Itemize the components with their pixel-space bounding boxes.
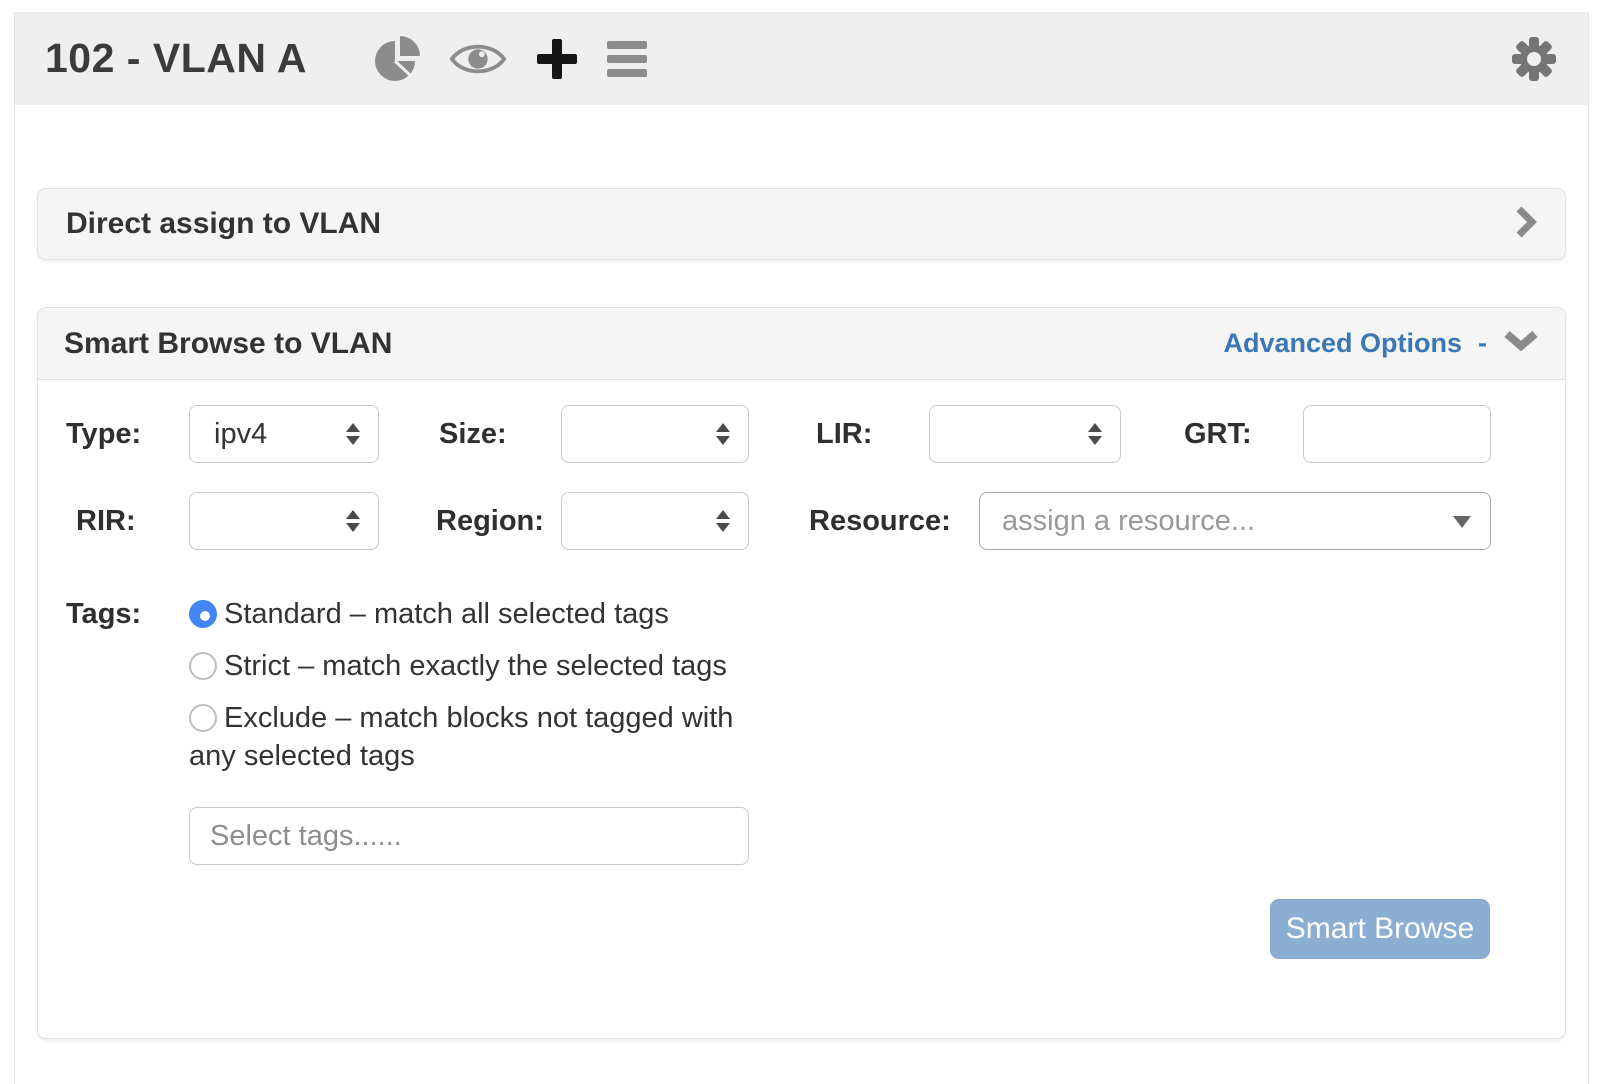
tags-label: Tags:	[66, 586, 141, 642]
region-select[interactable]	[561, 492, 749, 550]
smart-browse-button[interactable]: Smart Browse	[1270, 899, 1490, 959]
chevron-right-icon[interactable]	[1515, 205, 1537, 244]
smart-browse-panel: Smart Browse to VLAN Advanced Options - …	[37, 307, 1566, 1039]
grt-label: GRT:	[1184, 405, 1252, 463]
resource-dropdown[interactable]	[979, 492, 1491, 550]
chevron-down-icon[interactable]	[1503, 330, 1539, 357]
tags-radio-standard[interactable]: Standard – match all selected tags	[189, 595, 734, 633]
tags-radio-exclude-label: Exclude – match blocks not tagged with a…	[189, 702, 733, 772]
select-stepper-icon	[1088, 423, 1102, 445]
grt-input[interactable]	[1303, 405, 1491, 463]
size-select[interactable]	[561, 405, 749, 463]
select-tags-input[interactable]	[189, 807, 749, 865]
tags-radio-standard-label: Standard – match all selected tags	[224, 598, 669, 630]
direct-assign-panel[interactable]: Direct assign to VLAN	[37, 188, 1566, 260]
header-icon-group	[373, 35, 647, 83]
radio-icon[interactable]	[189, 704, 217, 732]
select-stepper-icon	[346, 510, 360, 532]
select-stepper-icon	[346, 423, 360, 445]
radio-icon[interactable]	[189, 652, 217, 680]
resource-input[interactable]	[979, 492, 1491, 550]
rir-select[interactable]	[189, 492, 379, 550]
eye-icon[interactable]	[449, 39, 507, 79]
smart-browse-header: Smart Browse to VLAN Advanced Options -	[38, 308, 1565, 380]
content-area: Direct assign to VLAN Smart Browse to VL…	[15, 188, 1588, 1039]
page-title: 102 - VLAN A	[45, 35, 307, 82]
smart-browse-title: Smart Browse to VLAN	[64, 327, 392, 361]
advanced-options-label[interactable]: Advanced Options	[1223, 328, 1462, 359]
menu-icon[interactable]	[607, 41, 647, 77]
tags-radio-exclude[interactable]: Exclude – match blocks not tagged with a…	[189, 699, 734, 775]
plus-icon[interactable]	[535, 37, 579, 81]
lir-label: LIR:	[816, 405, 872, 463]
select-stepper-icon	[716, 423, 730, 445]
radio-icon[interactable]	[189, 600, 217, 628]
rir-label: RIR:	[76, 492, 136, 550]
direct-assign-title: Direct assign to VLAN	[66, 207, 381, 241]
tags-radio-strict-label: Strict – match exactly the selected tags	[224, 650, 727, 682]
pie-chart-icon[interactable]	[373, 35, 421, 83]
gear-icon[interactable]	[1510, 35, 1558, 83]
type-select-value: ipv4	[214, 418, 346, 451]
resource-label: Resource:	[809, 492, 951, 550]
size-label: Size:	[439, 405, 507, 463]
header-bar: 102 - VLAN A	[15, 12, 1588, 105]
tags-radio-strict[interactable]: Strict – match exactly the selected tags	[189, 647, 734, 685]
advanced-options-toggle[interactable]: Advanced Options -	[1223, 328, 1539, 359]
lir-select[interactable]	[929, 405, 1121, 463]
tags-radio-group: Standard – match all selected tags Stric…	[189, 595, 734, 789]
region-label: Region:	[436, 492, 544, 550]
select-stepper-icon	[716, 510, 730, 532]
advanced-options-minus[interactable]: -	[1478, 328, 1487, 359]
vlan-widget: 102 - VLAN A	[14, 12, 1589, 1084]
type-select[interactable]: ipv4	[189, 405, 379, 463]
type-label: Type:	[66, 405, 141, 463]
smart-browse-form: Type: ipv4 Size: LIR: GRT:	[38, 380, 1565, 1039]
